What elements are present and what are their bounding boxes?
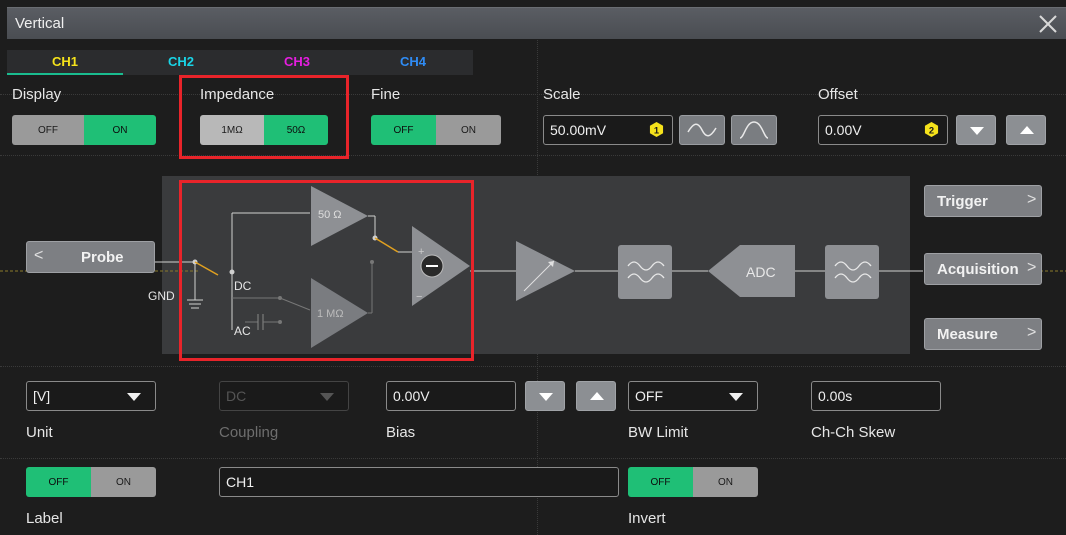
probe-button[interactable]: < Probe <box>26 241 155 273</box>
measure-button-label: Measure <box>937 326 998 343</box>
bias-up-button[interactable] <box>576 381 616 411</box>
invert-label: Invert <box>628 510 666 527</box>
adc-label: ADC <box>746 264 776 280</box>
bias-value: 0.00V <box>393 388 430 404</box>
unit-select[interactable]: [V] <box>26 381 156 411</box>
unit-value: [V] <box>33 388 51 404</box>
invert-off[interactable]: OFF <box>628 467 693 497</box>
probe-button-label: Probe <box>81 249 124 266</box>
up-arrow-icon <box>590 392 604 400</box>
invert-toggle[interactable]: OFF ON <box>628 467 758 497</box>
coupling-value: DC <box>226 388 247 404</box>
bias-label: Bias <box>386 424 416 441</box>
chevron-down-icon <box>320 393 334 401</box>
gnd-label: GND <box>148 289 175 303</box>
signal-path-svg: + − GND DC AC 50 Ω 1 MΩ ADC <box>0 186 1066 348</box>
chevron-down-icon <box>729 393 743 401</box>
unit-label: Unit <box>26 424 53 441</box>
invert-on[interactable]: ON <box>693 467 758 497</box>
trigger-button-label: Trigger <box>937 193 988 210</box>
label-on[interactable]: ON <box>91 467 156 497</box>
chevron-down-icon <box>127 393 141 401</box>
bias-input[interactable]: 0.00V <box>386 381 516 411</box>
bw-limit-label: BW Limit <box>628 424 688 441</box>
down-arrow-icon <box>539 393 553 401</box>
bw-limit-select[interactable]: OFF <box>628 381 758 411</box>
acquisition-button[interactable]: Acquisition > <box>924 253 1042 285</box>
skew-value: 0.00s <box>818 388 853 404</box>
bw-limit-value: OFF <box>635 388 663 404</box>
measure-button[interactable]: Measure > <box>924 318 1042 350</box>
chevron-right-icon: > <box>1027 259 1037 276</box>
coupling-label: Coupling <box>219 424 279 441</box>
label-label: Label <box>26 510 63 527</box>
chevron-right-icon: > <box>1027 324 1037 341</box>
label-toggle[interactable]: OFF ON <box>26 467 156 497</box>
chevron-left-icon: < <box>34 247 44 264</box>
label-text-value: CH1 <box>226 474 255 490</box>
label-text-input[interactable]: CH1 <box>219 467 619 497</box>
skew-input[interactable]: 0.00s <box>811 381 941 411</box>
skew-label: Ch-Ch Skew <box>811 424 896 441</box>
trigger-button[interactable]: Trigger > <box>924 185 1042 217</box>
acquisition-button-label: Acquisition <box>937 261 1019 278</box>
chevron-right-icon: > <box>1027 191 1037 208</box>
input-stage-highlight <box>179 180 474 361</box>
coupling-select[interactable]: DC <box>219 381 349 411</box>
label-off[interactable]: OFF <box>26 467 91 497</box>
bias-down-button[interactable] <box>525 381 565 411</box>
